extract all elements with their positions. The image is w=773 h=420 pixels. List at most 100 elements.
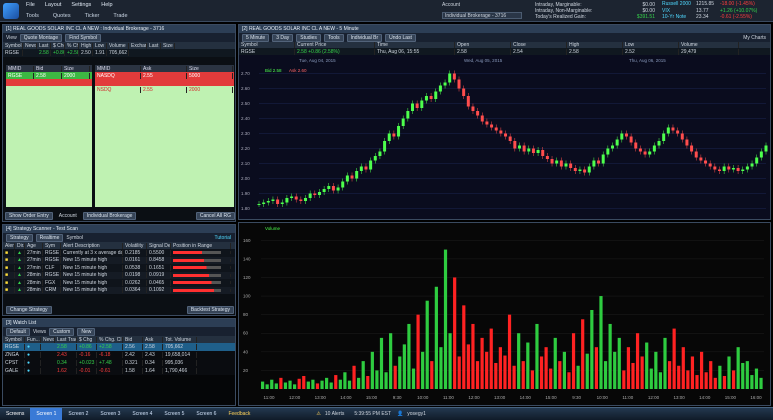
volume-bar: [617, 337, 621, 389]
menu-file[interactable]: File: [26, 2, 35, 8]
y-tick-label: 2.00: [241, 176, 250, 181]
column-header: Low: [93, 42, 107, 49]
candle-body: [448, 73, 452, 83]
studies-button[interactable]: Studies: [296, 33, 321, 42]
list-select[interactable]: Default: [6, 327, 30, 336]
volume-bar: [329, 382, 333, 389]
y-tick-label: 2.30: [241, 131, 250, 136]
alerts-count[interactable]: 10 Alerts: [321, 411, 348, 417]
scanner-row[interactable]: ■ ▲ 27min CLF New 15 minute high 0.0538 0.1651: [3, 264, 235, 272]
views-select[interactable]: Custom: [49, 327, 75, 336]
menu-ticker[interactable]: Ticker: [85, 13, 100, 19]
strategy-select[interactable]: Strategy: [6, 233, 33, 242]
candle-body: [304, 198, 308, 201]
watchlist-row[interactable]: ZNGA ● 2.43 -0.16 -6.18 2.42 2.43 19,658,014: [3, 351, 235, 359]
volume-bar: [576, 365, 580, 389]
column-header: Age: [25, 242, 43, 249]
watchlist-row[interactable]: GALE ● 1.62 -0.01 -0.61 1.58 1.64 1,790,466: [3, 367, 235, 375]
scanner-row[interactable]: ■ ▲ 27min RGSE Currently at 3 x average dail…: [3, 249, 235, 257]
ask-row[interactable]: NSDQ 2.55 2000: [95, 86, 234, 93]
candle-body: [717, 169, 721, 171]
volume-bar: [462, 305, 466, 389]
chart-info-header: Symbol Current Price Time Open Close High Low V…: [239, 42, 770, 48]
candle-body: [671, 127, 675, 131]
interval-select[interactable]: 5 Minute: [242, 33, 270, 42]
time-tick-label: 12:00: [289, 395, 301, 400]
screen-tab[interactable]: Screen 1: [30, 408, 63, 420]
tutorial-link[interactable]: Tutorial: [215, 235, 236, 241]
undo-last-button[interactable]: Undo Last: [385, 33, 416, 42]
watchlist-cell: +0.023: [77, 360, 97, 366]
scanner-volatility: 0.0161: [123, 257, 147, 264]
screen-tab[interactable]: Screen 4: [126, 408, 158, 420]
volume-bar: [658, 372, 663, 389]
index-change: -0.61 (-2.55%): [720, 14, 752, 21]
my-charts-link[interactable]: My Charts: [743, 35, 770, 41]
new-button[interactable]: New: [77, 327, 96, 336]
scanner-row[interactable]: ■ ▲ 28min FGX New 15 minute high 0.0262 0.0465: [3, 279, 235, 287]
screen-tab[interactable]: Screen 3: [94, 408, 126, 420]
volume-bar: [416, 314, 420, 389]
scanner-symbol: RGSE: [45, 272, 61, 279]
candle-body: [541, 150, 545, 156]
candle-body: [504, 133, 508, 137]
range-select[interactable]: 3 Day: [272, 33, 294, 42]
realtime-select[interactable]: Realtime: [35, 233, 64, 242]
volume-bar: [389, 333, 393, 389]
volume-bar: [503, 355, 507, 389]
view-select[interactable]: Quote Montage: [19, 33, 63, 42]
show-order-entry-button[interactable]: Show Order Entry: [5, 211, 53, 220]
ask-row[interactable]: NASDQ 2.55 5000: [95, 72, 234, 79]
volume-bar: [279, 377, 283, 389]
screen-tab[interactable]: Screen 6: [190, 408, 222, 420]
scanner-row[interactable]: ■ ▲ 28min CRM New 15 minute high 0.0364 0.1092: [3, 286, 235, 294]
bid-row[interactable]: [6, 79, 92, 86]
scanner-volatility: 0.0364: [123, 287, 147, 294]
scanner-row[interactable]: ■ ▲ 27min RGSE New 15 minute high 0.0161 0.845…: [3, 256, 235, 264]
chart-account-select[interactable]: Individual Br: [346, 33, 383, 42]
screen-tab[interactable]: Screen 5: [158, 408, 190, 420]
menu-help[interactable]: Help: [101, 2, 112, 8]
volume-bar: [667, 361, 672, 389]
volume-bar: [567, 372, 571, 389]
account-footer-select[interactable]: Individual Brokerage: [82, 211, 137, 220]
candle-body: [266, 201, 270, 203]
volume-bar: [731, 370, 736, 389]
column-header: MMID: [6, 65, 34, 72]
bid-row[interactable]: RGSE 2.58 2000: [6, 72, 92, 79]
ask-book: MMID Ask Size NASDQ 2.55 5000 NSDQ 2.55 2000: [95, 65, 234, 207]
candle-body: [438, 85, 442, 92]
tools-button[interactable]: Tools: [323, 33, 344, 42]
candle-body: [401, 118, 405, 126]
candle-body: [578, 169, 582, 171]
candle-body: [690, 145, 694, 152]
volume-bar: [686, 370, 690, 389]
account-balances: Intraday, Marginable: $0.00 Intraday, Non…: [535, 2, 655, 20]
volume-chart[interactable]: 160 140 120 100 80 60 40 20 Volume 11:00 12:00 13:0…: [239, 223, 770, 405]
account-select[interactable]: Individual Brokerage - 3716: [442, 12, 522, 19]
scanner-age: 27min: [25, 264, 43, 271]
watchlist-row[interactable]: RGSE ● 2.58 +0.86 +2.58 2.56 2.58 705,662: [3, 343, 235, 351]
candle-body: [587, 166, 591, 173]
menu-quotes[interactable]: Quotes: [53, 13, 71, 19]
cancel-all-button[interactable]: Cancel All RG: [195, 211, 235, 220]
time-tick-label: 15:00: [366, 395, 378, 400]
scanner-row[interactable]: ■ ▲ 28min RGSE New 15 minute high 0.0198 0.091…: [3, 271, 235, 279]
menu-settings[interactable]: Settings: [71, 2, 91, 8]
time-tick-label: 16:00: [750, 395, 762, 400]
volume-bar: [622, 370, 626, 389]
volume-bar: [640, 356, 644, 389]
price-chart[interactable]: 2.70 2.60 2.50 2.40 2.30 2.20 2.10 2.00 1.90 1.80…: [239, 56, 770, 220]
time-tick-label: 11:00: [443, 395, 454, 400]
watchlist-row[interactable]: CPST ● 0.34 +0.023 +7.48 0.321 0.34 995,036: [3, 359, 235, 367]
screen-tab[interactable]: Screen 2: [62, 408, 94, 420]
backtest-strategy-button[interactable]: Backtest Strategy: [186, 306, 234, 314]
menu-tools[interactable]: Tools: [26, 13, 39, 19]
watchlist-cell: ZNGA: [3, 352, 25, 358]
menu-trade[interactable]: Trade: [113, 13, 127, 19]
change-strategy-button[interactable]: Change Strategy: [6, 306, 52, 314]
ask-row[interactable]: [95, 79, 234, 86]
menu-layout[interactable]: Layout: [45, 2, 62, 8]
find-symbol-button[interactable]: Find Symbol: [65, 33, 102, 42]
feedback-link[interactable]: Feedback: [222, 411, 256, 417]
